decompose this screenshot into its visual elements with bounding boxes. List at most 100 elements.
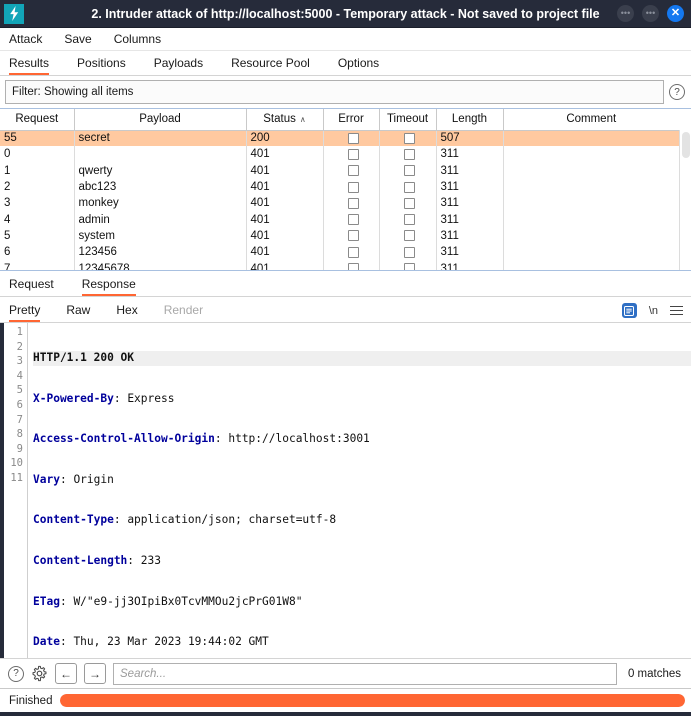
line-number: 11 xyxy=(4,471,23,486)
column-header-length[interactable]: Length xyxy=(436,109,503,130)
menu-item-attack[interactable]: Attack xyxy=(9,32,42,46)
cell-comment[interactable] xyxy=(503,211,679,227)
menu-item-save[interactable]: Save xyxy=(64,32,91,46)
progress-bar xyxy=(60,694,685,707)
header-name: X-Powered-By xyxy=(33,392,114,405)
scrollbar-thumb[interactable] xyxy=(682,132,690,158)
status-line-text: HTTP/1.1 200 OK xyxy=(33,351,134,364)
timeout-checkbox[interactable] xyxy=(404,182,415,193)
cell-payload: qwerty xyxy=(74,163,246,179)
response-status-line: HTTP/1.1 200 OK xyxy=(33,351,691,366)
cell-status: 401 xyxy=(246,179,323,195)
newline-icon[interactable]: \n xyxy=(649,305,658,317)
table-row[interactable]: 5 system 401 311 xyxy=(0,228,679,244)
question-mark-icon[interactable]: ? xyxy=(8,666,24,682)
header-value: 233 xyxy=(141,554,161,567)
cell-length: 311 xyxy=(436,244,503,260)
cell-comment[interactable] xyxy=(503,260,679,271)
column-label: Request xyxy=(15,113,58,125)
error-checkbox[interactable] xyxy=(348,247,359,258)
cell-timeout xyxy=(379,260,436,271)
timeout-checkbox[interactable] xyxy=(404,247,415,258)
error-checkbox[interactable] xyxy=(348,182,359,193)
table-row[interactable]: 2 abc123 401 311 xyxy=(0,179,679,195)
cell-timeout xyxy=(379,130,436,146)
cell-payload xyxy=(74,146,246,162)
header-name: Content-Length xyxy=(33,554,127,567)
cell-comment[interactable] xyxy=(503,130,679,146)
timeout-checkbox[interactable] xyxy=(404,133,415,144)
timeout-checkbox[interactable] xyxy=(404,165,415,176)
table-row[interactable]: 7 12345678 401 311 xyxy=(0,260,679,271)
error-checkbox[interactable] xyxy=(348,198,359,209)
cell-status: 401 xyxy=(246,244,323,260)
cell-error xyxy=(323,260,379,271)
tab-request[interactable]: Request xyxy=(9,277,54,296)
table-row[interactable]: 0 401 311 xyxy=(0,146,679,162)
filter-bar[interactable]: Filter: Showing all items xyxy=(5,80,664,104)
menu-icon[interactable] xyxy=(670,306,683,316)
results-table-scrollbar[interactable] xyxy=(679,130,691,270)
question-mark-icon[interactable]: ? xyxy=(669,84,685,100)
timeout-checkbox[interactable] xyxy=(404,214,415,225)
error-checkbox[interactable] xyxy=(348,149,359,160)
column-header-error[interactable]: Error xyxy=(323,109,379,130)
close-button[interactable]: ✕ xyxy=(667,5,684,22)
tab-positions[interactable]: Positions xyxy=(77,56,126,75)
cell-comment[interactable] xyxy=(503,195,679,211)
response-header-line: Vary: Origin xyxy=(33,473,691,488)
tab-payloads[interactable]: Payloads xyxy=(154,56,203,75)
error-checkbox[interactable] xyxy=(348,165,359,176)
timeout-checkbox[interactable] xyxy=(404,263,415,271)
error-checkbox[interactable] xyxy=(348,214,359,225)
table-row[interactable]: 3 monkey 401 311 xyxy=(0,195,679,211)
column-header-status[interactable]: Status∧ xyxy=(246,109,323,130)
response-viewer[interactable]: 1 2 3 4 5 6 7 8 9 10 11 HTTP/1.1 200 OK … xyxy=(0,323,691,658)
tab-options[interactable]: Options xyxy=(338,56,379,75)
cell-comment[interactable] xyxy=(503,244,679,260)
tab-pretty[interactable]: Pretty xyxy=(9,303,40,322)
column-header-timeout[interactable]: Timeout xyxy=(379,109,436,130)
error-checkbox[interactable] xyxy=(348,263,359,271)
tab-raw[interactable]: Raw xyxy=(66,303,90,322)
table-row[interactable]: 55 secret 200 507 xyxy=(0,130,679,146)
cell-request: 3 xyxy=(0,195,74,211)
column-header-comment[interactable]: Comment xyxy=(503,109,679,130)
maximize-button[interactable]: ••• xyxy=(642,5,659,22)
line-number: 2 xyxy=(4,340,23,355)
table-row[interactable]: 6 123456 401 311 xyxy=(0,244,679,260)
cell-request: 5 xyxy=(0,228,74,244)
response-code[interactable]: HTTP/1.1 200 OK X-Powered-By: Express Ac… xyxy=(28,323,691,658)
cell-comment[interactable] xyxy=(503,146,679,162)
tab-results[interactable]: Results xyxy=(9,56,49,75)
cell-comment[interactable] xyxy=(503,163,679,179)
column-header-request[interactable]: Request xyxy=(0,109,74,130)
timeout-checkbox[interactable] xyxy=(404,198,415,209)
response-header-line: Content-Length: 233 xyxy=(33,554,691,569)
window-controls: ••• ••• ✕ xyxy=(617,5,684,22)
error-checkbox[interactable] xyxy=(348,230,359,241)
cell-comment[interactable] xyxy=(503,228,679,244)
arrow-right-icon[interactable]: → xyxy=(84,663,106,684)
timeout-checkbox[interactable] xyxy=(404,149,415,160)
tab-response[interactable]: Response xyxy=(82,277,136,296)
minimize-button[interactable]: ••• xyxy=(617,5,634,22)
tab-resource-pool[interactable]: Resource Pool xyxy=(231,56,310,75)
table-row[interactable]: 1 qwerty 401 311 xyxy=(0,163,679,179)
cell-comment[interactable] xyxy=(503,179,679,195)
gear-icon[interactable] xyxy=(31,665,48,682)
format-panel-icon[interactable] xyxy=(622,303,637,318)
cell-error xyxy=(323,146,379,162)
cell-timeout xyxy=(379,163,436,179)
menu-item-columns[interactable]: Columns xyxy=(114,32,161,46)
arrow-left-icon[interactable]: ← xyxy=(55,663,77,684)
tab-hex[interactable]: Hex xyxy=(116,303,137,322)
search-input[interactable] xyxy=(113,663,617,685)
line-number: 6 xyxy=(4,398,23,413)
table-row[interactable]: 4 admin 401 311 xyxy=(0,211,679,227)
view-tab-bar: Pretty Raw Hex Render \n xyxy=(0,297,691,323)
error-checkbox[interactable] xyxy=(348,133,359,144)
timeout-checkbox[interactable] xyxy=(404,230,415,241)
column-header-payload[interactable]: Payload xyxy=(74,109,246,130)
cell-payload: monkey xyxy=(74,195,246,211)
